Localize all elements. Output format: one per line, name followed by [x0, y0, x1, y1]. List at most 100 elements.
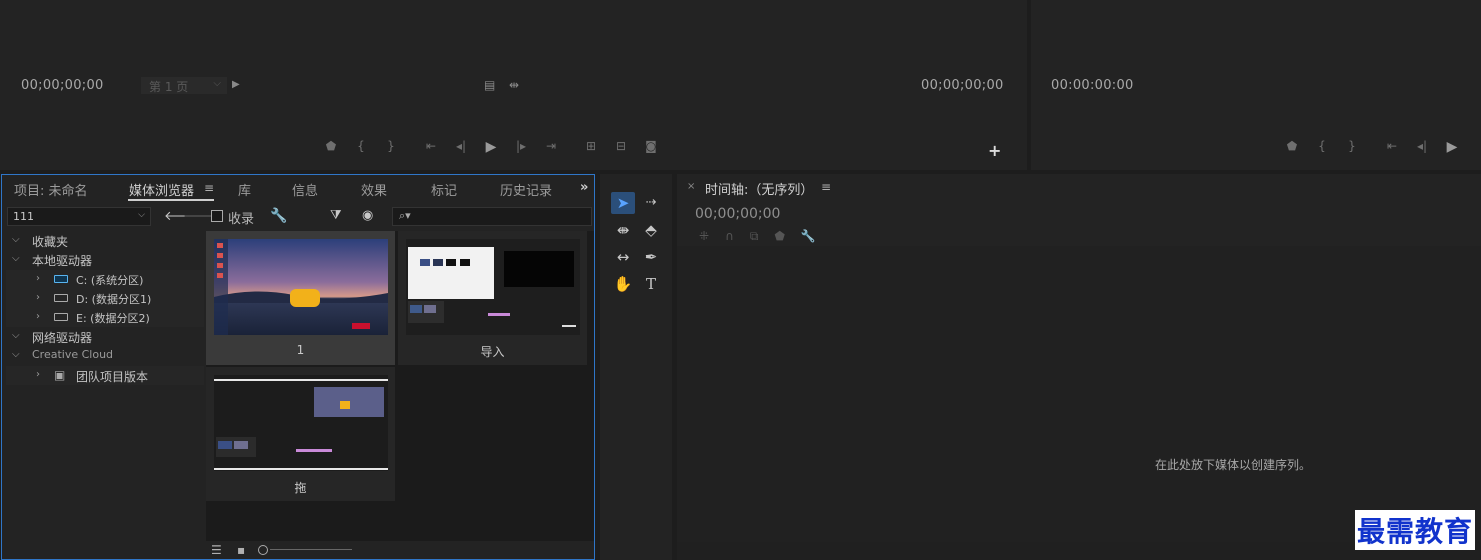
tab-effects[interactable]: 效果	[361, 180, 387, 199]
tree-item-drive-e[interactable]: › E: (数据分区2)	[6, 308, 204, 327]
team-project-icon: ▣	[54, 368, 66, 382]
type-tool-icon[interactable]: T	[639, 273, 663, 295]
go-to-in-icon[interactable]: ⇤	[416, 140, 446, 154]
audio-waveform-icon[interactable]: ⇹	[509, 79, 519, 91]
zoom-slider-handle[interactable]	[258, 545, 268, 555]
hand-tool-icon[interactable]: ✋	[611, 273, 635, 295]
chevron-down-icon: ⌵	[12, 349, 20, 360]
tree-label: D: (数据分区1)	[76, 293, 152, 306]
list-view-icon[interactable]: ☰	[211, 544, 222, 556]
timeline-timecode[interactable]: 00;00;00;00	[695, 206, 780, 222]
search-input[interactable]: ⌕▾	[392, 207, 592, 226]
mark-in-icon[interactable]: {	[1307, 140, 1337, 154]
track-select-tool-icon[interactable]: ⇢	[639, 192, 663, 214]
panel-menu-icon[interactable]: ≡	[204, 182, 214, 194]
more-tabs-icon[interactable]: »	[580, 180, 588, 195]
go-to-in-icon[interactable]: ⇤	[1377, 140, 1407, 154]
step-back-icon[interactable]: ◂|	[446, 140, 476, 154]
tree-label: 网络驱动器	[32, 331, 93, 345]
browser-toolbar: 111 ⌵ 🡐 🡒 收录 🔧 ⧩ ◉ ⌕▾	[2, 206, 594, 228]
mark-in-icon[interactable]: {	[346, 140, 376, 154]
film-icon[interactable]: ▤	[484, 79, 495, 91]
program-timecode[interactable]: 00:00:00:00	[1051, 78, 1134, 93]
filter-icon[interactable]: ⧩	[330, 209, 342, 222]
mark-out-icon[interactable]: }	[1337, 140, 1367, 154]
add-marker-icon[interactable]: ⬟	[774, 230, 784, 242]
tab-media-browser[interactable]: 媒体浏览器	[129, 180, 194, 199]
browser-bottom-bar: ☰ ▪	[206, 541, 594, 559]
play-arrow-icon[interactable]: ▶	[232, 80, 240, 90]
tree-item-favorites[interactable]: ⌵ 收藏夹	[6, 231, 204, 250]
search-icon: ⌕▾	[399, 209, 411, 222]
tree-label: C: (系统分区)	[76, 274, 144, 287]
eye-icon[interactable]: ◉	[362, 209, 373, 222]
nest-icon[interactable]: ⁜	[699, 230, 709, 242]
tree-item-drive-c[interactable]: › C: (系统分区)	[6, 270, 204, 289]
chevron-down-icon: ⌵	[12, 330, 20, 341]
timeline-drop-area[interactable]: 在此处放下媒体以创建序列。	[677, 246, 1481, 542]
source-timecode-in[interactable]: 00;00;00;00	[21, 78, 104, 93]
ingest-checkbox[interactable]	[211, 210, 223, 222]
page-select[interactable]: 第 1 页 ⌵	[141, 77, 227, 94]
ingest-label: 收录	[228, 212, 255, 227]
path-value: 111	[13, 210, 34, 223]
thumbnail-item[interactable]: 1	[206, 231, 396, 365]
tab-info[interactable]: 信息	[292, 180, 318, 199]
tab-history[interactable]: 历史记录	[500, 180, 552, 199]
linked-selection-icon[interactable]: ⧉	[750, 230, 759, 242]
thumbnail-caption: 拖	[294, 481, 307, 495]
empty-timeline-message: 在此处放下媒体以创建序列。	[1155, 458, 1312, 472]
add-button-icon[interactable]: +	[988, 143, 1001, 159]
marker-icon[interactable]: ⬟	[1277, 140, 1307, 154]
tree-item-creative-cloud[interactable]: ⌵ Creative Cloud	[6, 346, 204, 365]
close-icon[interactable]: ×	[687, 181, 695, 192]
step-back-icon[interactable]: ◂|	[1407, 140, 1437, 154]
ripple-edit-tool-icon[interactable]: ⇼	[611, 219, 635, 241]
thumbnail-item[interactable]: 拖	[206, 367, 396, 501]
camera-icon[interactable]: ◙	[636, 140, 666, 154]
step-forward-icon[interactable]: |▸	[506, 140, 536, 154]
hard-drive-icon	[54, 313, 68, 321]
slip-tool-icon[interactable]: ↔	[611, 246, 635, 268]
selection-tool-icon[interactable]: ➤	[611, 192, 635, 214]
tree-item-network-drives[interactable]: ⌵ 网络驱动器	[6, 327, 204, 346]
chevron-down-icon: ⌵	[12, 234, 20, 245]
tree-label: E: (数据分区2)	[76, 312, 150, 325]
chevron-right-icon: ›	[36, 311, 40, 322]
marker-icon[interactable]: ⬟	[316, 140, 346, 154]
hard-drive-icon	[54, 294, 68, 302]
wrench-icon[interactable]: 🔧	[801, 230, 816, 242]
razor-tool-icon[interactable]: ⬘	[639, 219, 663, 241]
path-dropdown[interactable]: 111 ⌵	[7, 207, 151, 226]
thumbnail-caption: 导入	[480, 345, 505, 359]
tree-label: 本地驱动器	[32, 254, 93, 268]
wrench-icon[interactable]: 🔧	[270, 209, 287, 223]
tools-panel: ➤ ⇢ ⇼ ⬘ ↔ ✒ ✋ T	[600, 174, 672, 560]
chevron-right-icon: ›	[36, 369, 40, 380]
pen-tool-icon[interactable]: ✒	[639, 246, 663, 268]
icon-view-icon[interactable]: ▪	[237, 544, 245, 556]
thumbnail-image-desktop	[214, 239, 388, 335]
snap-magnet-icon[interactable]: ∩	[725, 230, 734, 242]
zoom-slider-track[interactable]	[270, 549, 352, 550]
watermark-logo: 最需教育	[1355, 510, 1476, 550]
tab-project[interactable]: 项目: 未命名	[14, 180, 88, 199]
source-timecode-out: 00;00;00;00	[921, 78, 1004, 93]
chevron-right-icon: ›	[36, 273, 40, 284]
overwrite-icon[interactable]: ⊟	[606, 140, 636, 154]
tree-item-team-projects[interactable]: › ▣ 团队项目版本	[6, 366, 204, 385]
tree-item-drive-d[interactable]: › D: (数据分区1)	[6, 289, 204, 308]
timeline-title[interactable]: 时间轴:（无序列）	[705, 179, 813, 198]
mark-out-icon[interactable]: }	[376, 140, 406, 154]
system-drive-icon	[54, 275, 68, 283]
thumbnail-item[interactable]: 导入	[398, 231, 588, 365]
play-icon[interactable]: ▶	[1437, 140, 1467, 154]
panel-menu-icon[interactable]: ≡	[821, 181, 831, 193]
go-to-out-icon[interactable]: ⇥	[536, 140, 566, 154]
insert-icon[interactable]: ⊞	[576, 140, 606, 154]
tree-item-local-drives[interactable]: ⌵ 本地驱动器	[6, 250, 204, 269]
tab-library[interactable]: 库	[238, 180, 251, 199]
play-icon[interactable]: ▶	[476, 140, 506, 154]
thumbnail-image-import-screen	[406, 239, 580, 335]
tab-markers[interactable]: 标记	[431, 180, 457, 199]
